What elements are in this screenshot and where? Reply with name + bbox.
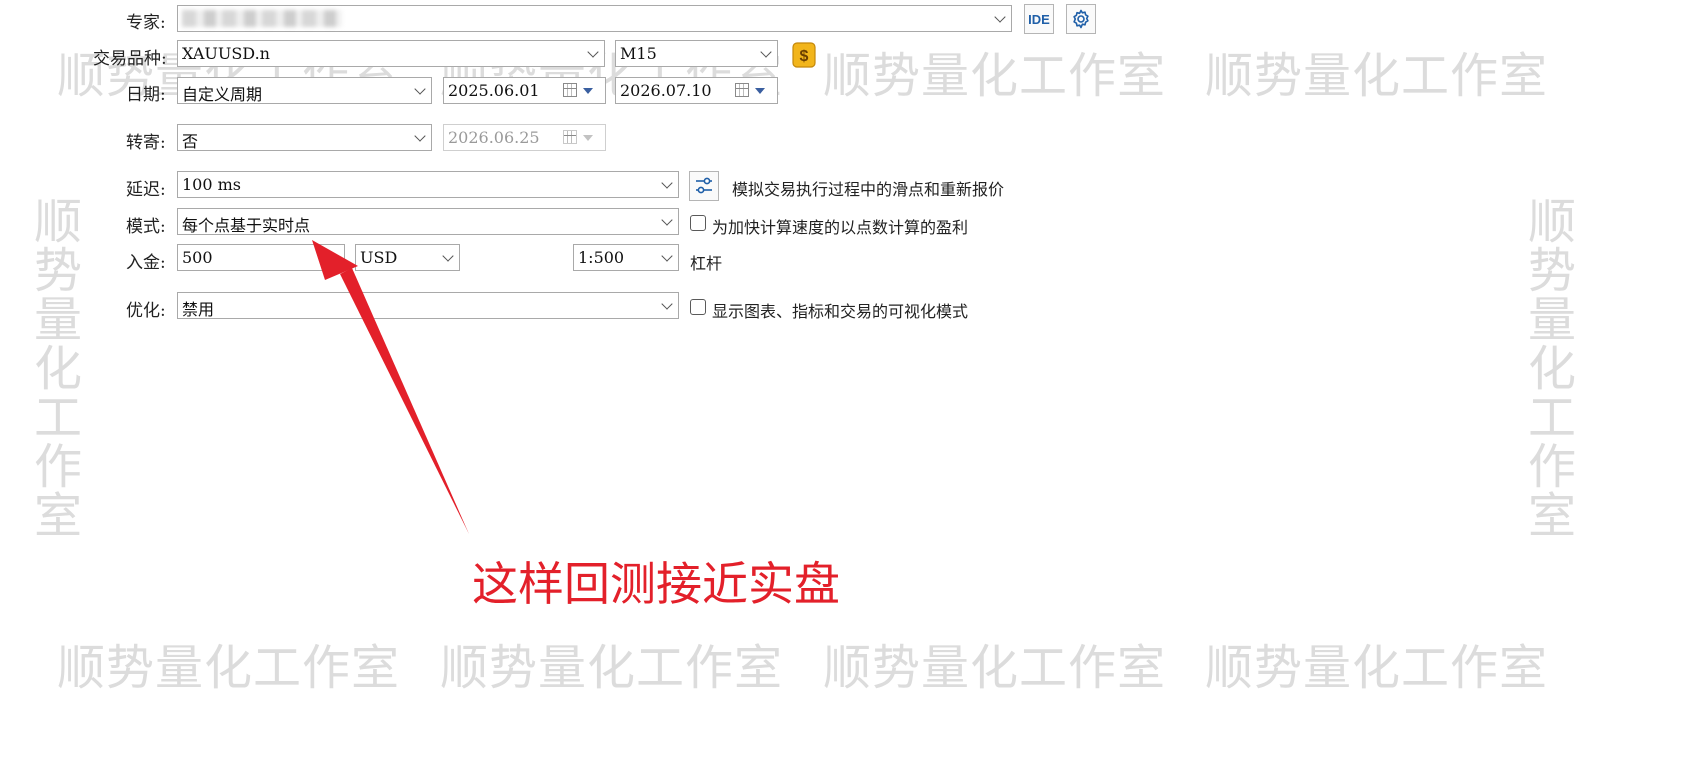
- annotation-arrow: [312, 240, 469, 534]
- annotation-text: 这样回测接近实盘: [472, 557, 840, 611]
- annotation-arrow-shaft: [340, 268, 469, 534]
